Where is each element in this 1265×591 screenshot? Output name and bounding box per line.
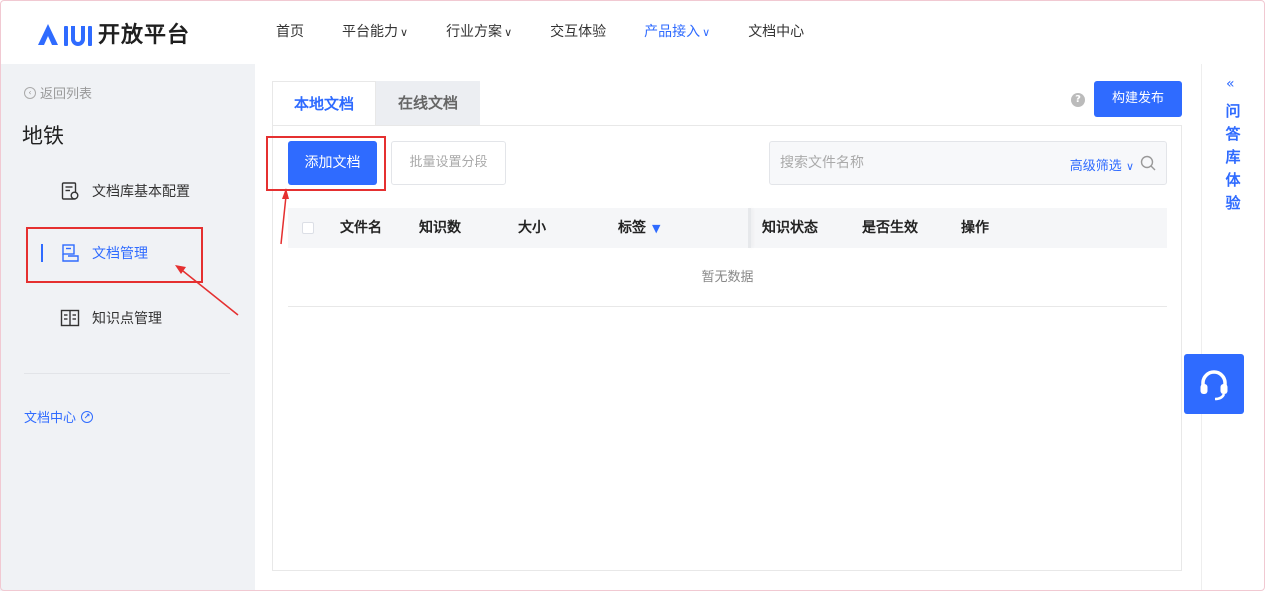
filter-caret-icon: ▼ bbox=[652, 222, 661, 235]
column-header-knowledge-count: 知识数 bbox=[419, 220, 461, 236]
nav-interaction-experience[interactable]: 交互体验 bbox=[550, 0, 606, 64]
column-header-tags[interactable]: 标签 ▼ bbox=[618, 208, 660, 248]
logo-a-icon bbox=[38, 24, 58, 45]
chevron-down-icon: ∨ bbox=[1125, 160, 1134, 173]
tab-local-docs[interactable]: 本地文档 bbox=[272, 81, 376, 125]
left-sidebar: ‹ 返回列表 地铁 文档库基本配置 文档管理 知识点管理 文档中心 ↗ bbox=[0, 64, 255, 591]
tab-online-docs[interactable]: 在线文档 bbox=[376, 81, 480, 125]
nav-platform-capability[interactable]: 平台能力 ∨ bbox=[342, 0, 408, 64]
logo-u-icon bbox=[71, 26, 85, 46]
logo-i-icon bbox=[88, 26, 92, 46]
column-header-knowledge-status: 知识状态 bbox=[762, 220, 818, 236]
nav-home[interactable]: 首页 bbox=[276, 0, 304, 64]
advanced-filter-dropdown[interactable]: 高级筛选 ∨ bbox=[1070, 155, 1134, 174]
settings-doc-icon bbox=[61, 182, 79, 200]
annotation-box-doc-management bbox=[26, 227, 203, 283]
chevron-down-icon: ∨ bbox=[702, 26, 711, 39]
logo-i-icon bbox=[64, 26, 68, 46]
back-to-list-link[interactable]: ‹ 返回列表 bbox=[24, 83, 92, 102]
search-input[interactable] bbox=[780, 142, 1030, 184]
arrow-circle-icon: ↗ bbox=[81, 410, 94, 423]
top-header: 开放平台 首页 平台能力 ∨ 行业方案 ∨ 交互体验 产品接入 ∨ 文档中心 bbox=[0, 0, 1265, 64]
column-header-actions: 操作 bbox=[961, 220, 989, 236]
library-title: 地铁 bbox=[22, 124, 64, 148]
nav-product-access[interactable]: 产品接入 ∨ bbox=[644, 0, 710, 64]
headset-icon bbox=[1200, 370, 1228, 401]
logo-mark bbox=[36, 20, 92, 46]
chevron-down-icon: ∨ bbox=[504, 26, 513, 39]
main-panel: 本地文档 在线文档 ? 构建发布 添加文档 批量设置分段 高级筛选 ∨ 文件名 … bbox=[255, 64, 1201, 591]
main-nav: 首页 平台能力 ∨ 行业方案 ∨ 交互体验 产品接入 ∨ 文档中心 bbox=[276, 0, 842, 64]
search-box: 高级筛选 ∨ bbox=[769, 141, 1167, 185]
column-header-size: 大小 bbox=[518, 220, 546, 236]
column-header-effective: 是否生效 bbox=[862, 220, 918, 236]
table-header: 文件名 知识数 大小 标签 ▼ 知识状态 是否生效 操作 bbox=[288, 208, 1167, 248]
empty-state: 暂无数据 bbox=[288, 248, 1167, 307]
batch-segment-button[interactable]: 批量设置分段 bbox=[391, 141, 506, 185]
nav-doc-center[interactable]: 文档中心 bbox=[748, 0, 804, 64]
doc-center-link[interactable]: 文档中心 ↗ bbox=[24, 407, 94, 426]
logo[interactable]: 开放平台 bbox=[36, 20, 191, 48]
qa-experience-toggle[interactable]: 问 答 库 体 验 bbox=[1224, 100, 1242, 215]
column-header-filename: 文件名 bbox=[340, 220, 382, 236]
sidebar-item-library-config[interactable]: 文档库基本配置 bbox=[60, 180, 190, 202]
select-all-checkbox[interactable] bbox=[302, 222, 314, 234]
help-icon[interactable]: ? bbox=[1071, 93, 1085, 107]
nav-industry-solutions[interactable]: 行业方案 ∨ bbox=[446, 0, 512, 64]
book-icon bbox=[60, 309, 80, 327]
collapse-icon[interactable]: « bbox=[1226, 76, 1235, 92]
doc-content-area: 添加文档 批量设置分段 高级筛选 ∨ 文件名 知识数 大小 标签▼ 知识状态 是… bbox=[272, 125, 1182, 571]
chevron-down-icon: ∨ bbox=[400, 26, 409, 39]
customer-support-button[interactable] bbox=[1184, 354, 1244, 414]
sidebar-item-knowledge-points[interactable]: 知识点管理 bbox=[60, 307, 162, 329]
search-icon[interactable] bbox=[1140, 155, 1156, 171]
doc-tabs: 本地文档 在线文档 bbox=[272, 81, 480, 125]
sidebar-divider bbox=[24, 373, 230, 374]
build-publish-button[interactable]: 构建发布 bbox=[1094, 81, 1182, 117]
annotation-box-add-doc bbox=[266, 136, 386, 191]
back-circle-icon: ‹ bbox=[24, 86, 36, 99]
fixed-column-separator bbox=[748, 208, 751, 248]
logo-text: 开放平台 bbox=[98, 23, 191, 48]
